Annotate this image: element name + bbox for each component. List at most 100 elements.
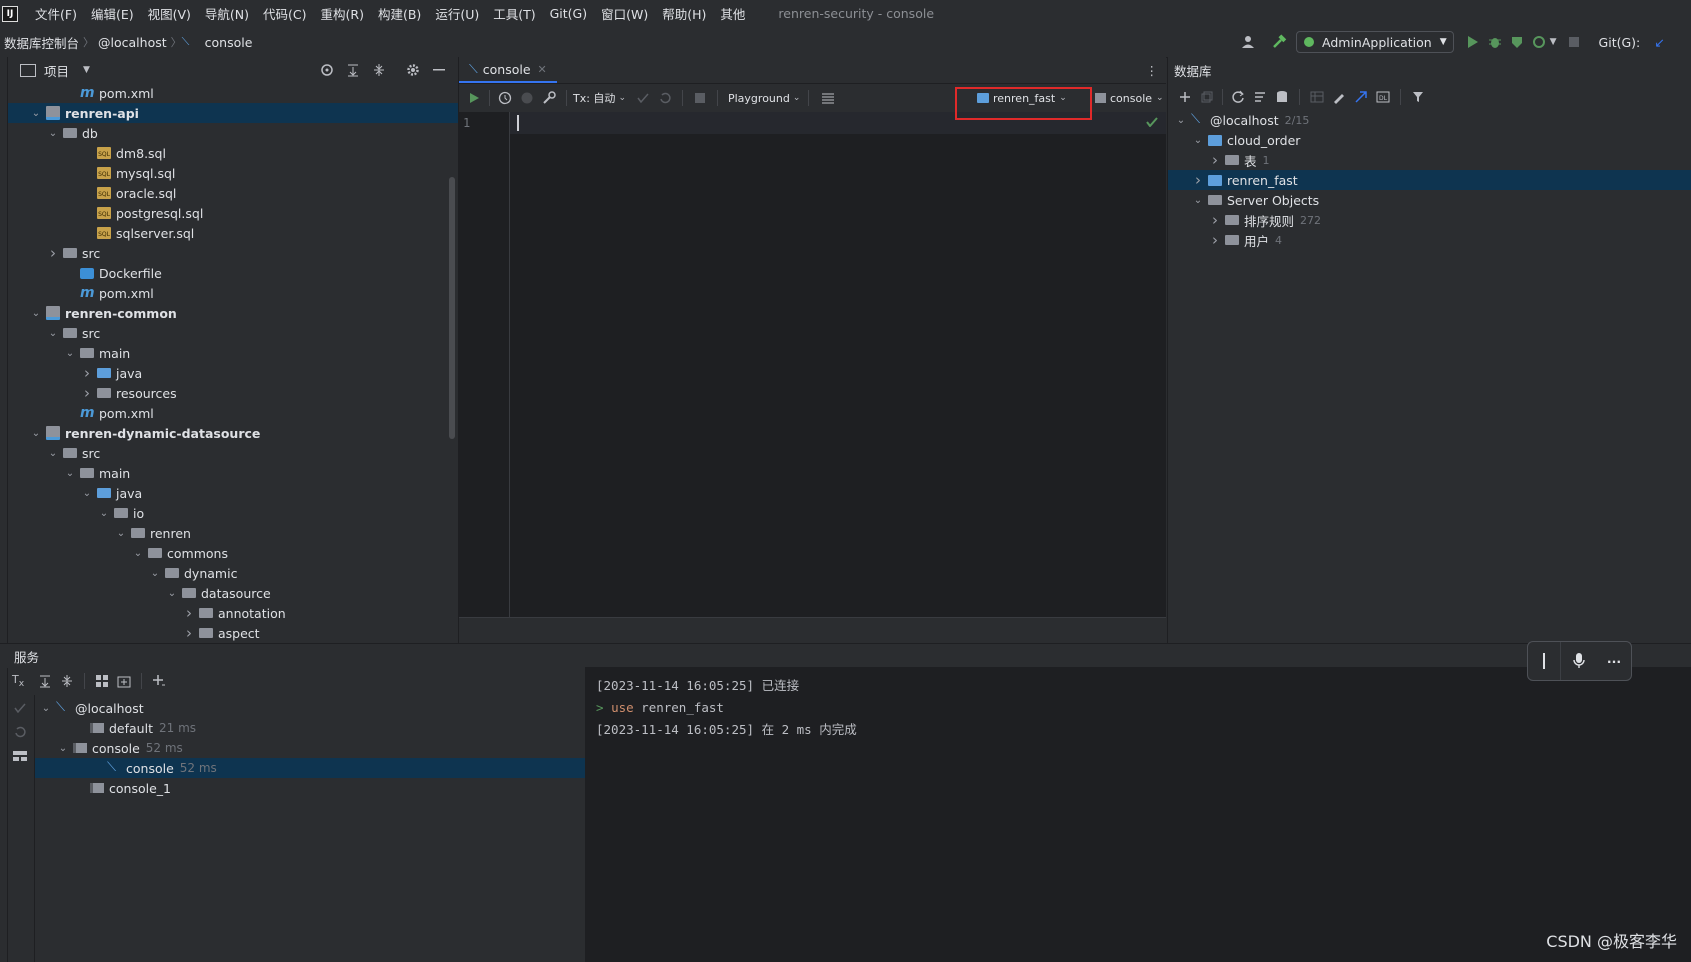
- gear-icon[interactable]: [402, 59, 424, 81]
- ddl-icon[interactable]: DL: [1372, 86, 1394, 108]
- service-tree-item[interactable]: console_1: [35, 778, 585, 798]
- text-cursor-icon[interactable]: [1528, 642, 1561, 680]
- project-tree-item[interactable]: m pom.xml: [8, 403, 458, 423]
- service-tree-item[interactable]: ⌄ ⟍ @localhost: [35, 698, 585, 718]
- project-tree-item[interactable]: ⌄ datasource: [8, 583, 458, 603]
- menu-item[interactable]: 其他: [713, 4, 752, 23]
- chevron-down-icon[interactable]: ⌄: [1191, 133, 1205, 147]
- layout-icon[interactable]: [9, 745, 31, 767]
- expand-all-icon[interactable]: [34, 670, 56, 692]
- service-tree-item[interactable]: default 21 ms: [35, 718, 585, 738]
- menu-item[interactable]: 代码(C): [256, 4, 313, 23]
- project-tree-item[interactable]: ⌄ renren-dynamic-datasource: [8, 423, 458, 443]
- cancel-execution-icon[interactable]: [516, 87, 538, 109]
- breadcrumb-item-console-root[interactable]: 数据库控制台: [0, 33, 83, 52]
- chevron-right-icon[interactable]: ›: [1208, 211, 1222, 229]
- database-tree-item[interactable]: ⌄ Server Objects: [1168, 190, 1691, 210]
- chevron-down-icon[interactable]: ⌄: [63, 346, 77, 360]
- project-tree-item[interactable]: ⌄ main: [8, 463, 458, 483]
- project-tree-item[interactable]: ⌄ db: [8, 123, 458, 143]
- locate-icon[interactable]: [316, 59, 338, 81]
- project-tree-item[interactable]: m pom.xml: [8, 83, 458, 103]
- chevron-right-icon[interactable]: ›: [1208, 151, 1222, 169]
- database-icon[interactable]: [1271, 86, 1293, 108]
- chevron-down-icon[interactable]: ⌄: [29, 426, 43, 440]
- close-icon[interactable]: ✕: [538, 63, 547, 76]
- add-icon[interactable]: [1174, 86, 1196, 108]
- add-service-icon[interactable]: [148, 670, 170, 692]
- chevron-down-icon[interactable]: ⌄: [29, 106, 43, 120]
- service-tree-item[interactable]: ⌄ console 52 ms: [35, 738, 585, 758]
- git-update-icon[interactable]: ↙: [1654, 35, 1664, 50]
- project-panel-title[interactable]: 项目: [44, 61, 69, 80]
- chevron-right-icon[interactable]: ›: [80, 384, 94, 402]
- project-tree-item[interactable]: ⌄ main: [8, 343, 458, 363]
- rollback-icon[interactable]: [9, 721, 31, 743]
- session-select[interactable]: console ⌄: [1095, 92, 1164, 105]
- menu-item[interactable]: 文件(F): [28, 4, 84, 23]
- edit-icon[interactable]: [1328, 86, 1350, 108]
- chevron-right-icon[interactable]: ›: [182, 624, 196, 642]
- stop-icon[interactable]: [1563, 31, 1585, 53]
- expand-all-icon[interactable]: [342, 59, 364, 81]
- copy-icon[interactable]: [1196, 86, 1218, 108]
- database-tree-item[interactable]: ⌄ cloud_order: [1168, 130, 1691, 150]
- project-tree-item[interactable]: ⌄ dynamic: [8, 563, 458, 583]
- chevron-right-icon[interactable]: ›: [1208, 231, 1222, 249]
- commit-check-icon[interactable]: [9, 697, 31, 719]
- chevron-down-icon[interactable]: ⌄: [114, 526, 128, 540]
- menu-item[interactable]: 工具(T): [486, 4, 542, 23]
- project-tree-item[interactable]: SQL mysql.sql: [8, 163, 458, 183]
- project-tree-item[interactable]: ⌄ src: [8, 443, 458, 463]
- database-tree-item[interactable]: ⌄ ⟍ @localhost 2/15: [1168, 110, 1691, 130]
- coverage-icon[interactable]: [1506, 31, 1528, 53]
- database-tree-item[interactable]: › 排序规则 272: [1168, 210, 1691, 230]
- profiler-icon[interactable]: [1528, 31, 1550, 53]
- services-output-console[interactable]: [2023-11-14 16:05:25] 已连接 > use renren_f…: [586, 667, 1691, 962]
- chevron-right-icon[interactable]: ›: [1191, 171, 1205, 189]
- chevron-down-icon[interactable]: ⌄: [131, 546, 145, 560]
- more-vertical-icon[interactable]: ⋮: [1146, 63, 1159, 78]
- new-tab-icon[interactable]: [113, 670, 135, 692]
- build-hammer-icon[interactable]: [1268, 31, 1290, 53]
- jump-to-icon[interactable]: [1350, 86, 1372, 108]
- rollback-icon[interactable]: [654, 87, 676, 109]
- project-tree-item[interactable]: SQL oracle.sql: [8, 183, 458, 203]
- more-run-chevron-icon[interactable]: ▼: [1550, 37, 1557, 47]
- run-configuration-select[interactable]: AdminApplication ▼: [1296, 31, 1454, 53]
- project-tree-item[interactable]: ⌄ renren: [8, 523, 458, 543]
- tab-console[interactable]: ⟍ console ✕: [459, 57, 557, 83]
- chevron-down-icon[interactable]: ⌄: [29, 306, 43, 320]
- menu-item[interactable]: 编辑(E): [84, 4, 141, 23]
- database-tree-item[interactable]: › renren_fast: [1168, 170, 1691, 190]
- chevron-down-icon[interactable]: ⌄: [165, 586, 179, 600]
- project-tree-item[interactable]: › src: [8, 243, 458, 263]
- project-tree-item[interactable]: › annotation: [8, 603, 458, 623]
- chevron-down-icon[interactable]: ⌄: [80, 486, 94, 500]
- chevron-down-icon[interactable]: ⌄: [56, 741, 70, 755]
- table-view-icon[interactable]: [1306, 86, 1328, 108]
- chevron-right-icon[interactable]: ›: [46, 244, 60, 262]
- chevron-down-icon[interactable]: ⌄: [46, 446, 60, 460]
- breadcrumb-item-localhost[interactable]: @localhost: [94, 35, 171, 50]
- collapse-all-icon[interactable]: [56, 670, 78, 692]
- run-icon[interactable]: [1462, 31, 1484, 53]
- menu-item[interactable]: 视图(V): [141, 4, 198, 23]
- chevron-down-icon[interactable]: ⌄: [46, 126, 60, 140]
- project-tree-item[interactable]: SQL dm8.sql: [8, 143, 458, 163]
- chevron-down-icon[interactable]: ⌄: [97, 506, 111, 520]
- history-icon[interactable]: [494, 87, 516, 109]
- schema-sync-icon[interactable]: [1249, 86, 1271, 108]
- microphone-icon[interactable]: [1561, 642, 1597, 680]
- menu-item[interactable]: 构建(B): [371, 4, 428, 23]
- project-tree-item[interactable]: SQL postgresql.sql: [8, 203, 458, 223]
- git-label[interactable]: Git(G):: [1599, 35, 1641, 50]
- project-tree-item[interactable]: m pom.xml: [8, 283, 458, 303]
- menu-item[interactable]: Git(G): [543, 6, 595, 21]
- project-tree-item[interactable]: ⌄ renren-common: [8, 303, 458, 323]
- menu-item[interactable]: 重构(R): [314, 4, 371, 23]
- chevron-down-icon[interactable]: ⌄: [148, 566, 162, 580]
- wrench-icon[interactable]: [538, 87, 560, 109]
- debug-icon[interactable]: [1484, 31, 1506, 53]
- menu-item[interactable]: 窗口(W): [594, 4, 655, 23]
